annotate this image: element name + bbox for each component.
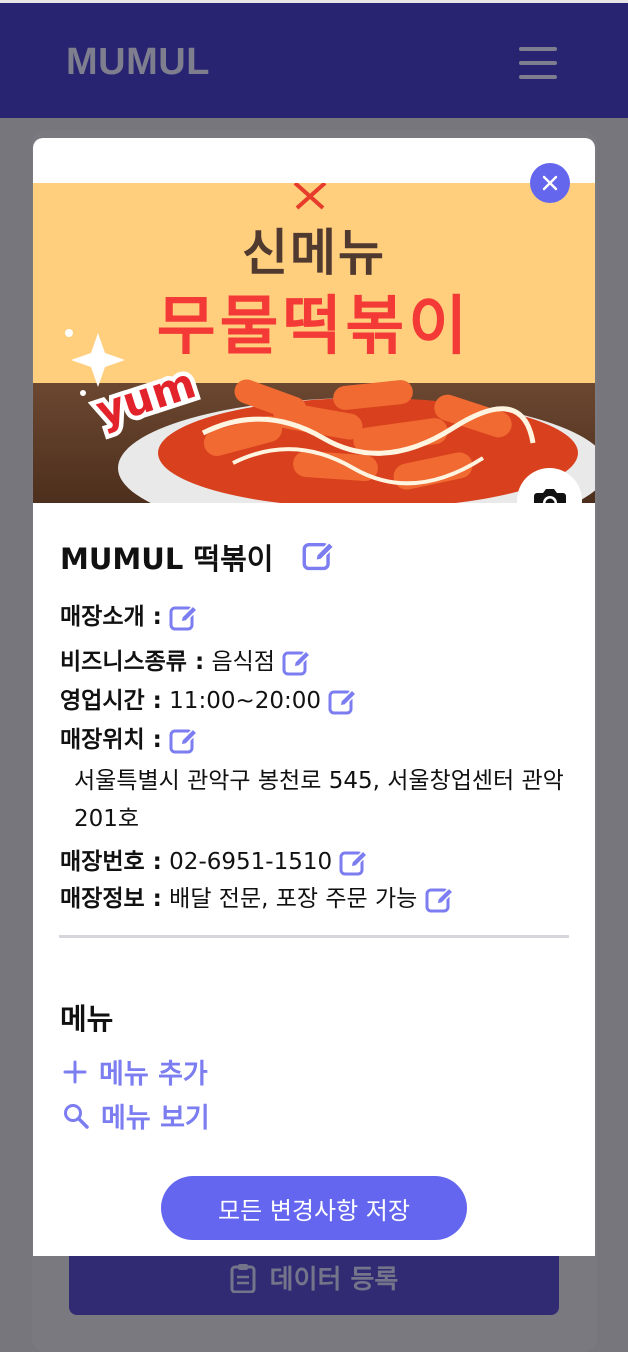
add-menu-link[interactable]: 메뉴 추가	[63, 1052, 208, 1091]
section-divider	[59, 935, 569, 938]
close-button[interactable]	[530, 163, 570, 203]
edit-icon[interactable]	[302, 539, 336, 573]
close-icon	[542, 175, 558, 191]
view-menu-link[interactable]: 메뉴 보기	[63, 1096, 210, 1135]
field-value: 02-6951-1510	[169, 849, 333, 875]
info-row-business-type: 비즈니스종류 : 음식점	[60, 645, 580, 679]
store-edit-modal: yum yum 신메뉴 무물떡볶이 MUMUL 떡볶이 매장소개: 비즈니스종…	[33, 138, 595, 1256]
camera-icon	[533, 488, 566, 503]
menu-section-title: 메뉴	[60, 1002, 114, 1036]
app-bar: MUMUL	[0, 0, 628, 118]
field-value: 음식점	[211, 649, 275, 675]
info-row-phone: 매장번호 : 02-6951-1510	[60, 845, 580, 879]
edit-icon[interactable]	[328, 687, 358, 717]
field-label: 매장번호 :	[60, 849, 162, 875]
view-menu-label: 메뉴 보기	[101, 1103, 210, 1134]
save-all-changes-button[interactable]: 모든 변경사항 저장	[161, 1176, 467, 1240]
edit-icon[interactable]	[169, 603, 199, 633]
info-row-details: 매장정보 : 배달 전문, 포장 주문 가능	[60, 882, 580, 916]
field-label: 영업시간 :	[60, 688, 162, 714]
field-label: 비즈니스종류 :	[60, 649, 205, 675]
edit-icon[interactable]	[169, 726, 199, 756]
info-row-location: 매장위치 :	[60, 723, 580, 757]
store-address: 서울특별시 관악구 봉천로 545, 서울창업센터 관악 201호	[74, 768, 564, 832]
field-value: 배달 전문, 포장 주문 가능	[169, 886, 418, 912]
edit-icon[interactable]	[339, 848, 369, 878]
banner-title-line2: 무물떡볶이	[156, 290, 472, 364]
brand-logo[interactable]: MUMUL	[66, 41, 210, 84]
field-label: 매장위치 :	[60, 727, 162, 753]
field-value: 11:00~20:00	[169, 688, 322, 714]
field-label: 매장소개 :	[60, 604, 162, 630]
plus-icon	[63, 1060, 87, 1083]
store-name: MUMUL 떡볶이	[60, 542, 274, 576]
menu-icon[interactable]	[519, 47, 557, 79]
edit-icon[interactable]	[425, 885, 455, 915]
field-label: 매장정보 :	[60, 886, 162, 912]
clipboard-icon	[230, 1263, 256, 1293]
register-data-label: 데이터 등록	[269, 1265, 399, 1295]
add-menu-label: 메뉴 추가	[99, 1059, 208, 1090]
search-icon	[64, 1103, 89, 1129]
info-row-intro: 매장소개 :	[60, 600, 580, 634]
info-row-hours: 영업시간 : 11:00~20:00	[60, 684, 580, 718]
store-banner-image: yum yum 신메뉴 무물떡볶이	[33, 183, 595, 503]
edit-icon[interactable]	[282, 648, 312, 678]
store-name-row: MUMUL 떡볶이	[60, 536, 336, 578]
